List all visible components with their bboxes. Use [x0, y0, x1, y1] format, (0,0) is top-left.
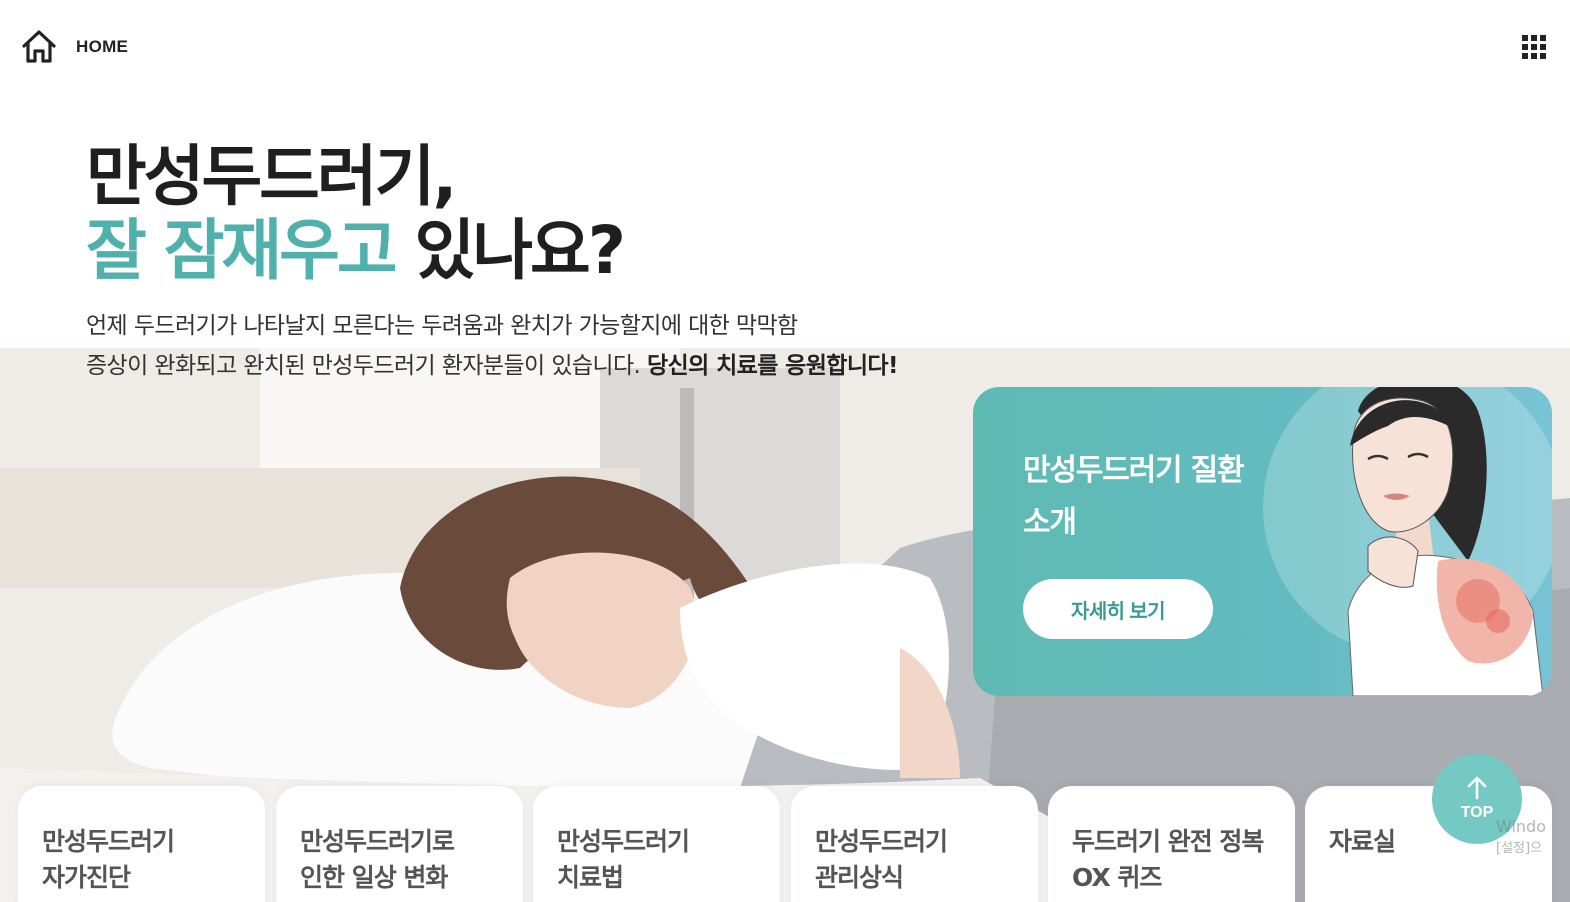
nav-card-management[interactable]: 만성두드러기 관리상식	[791, 786, 1038, 902]
headline-rest: 있나요?	[394, 212, 626, 289]
intro-card-title: 만성두드러기 질환 소개	[1023, 453, 1245, 540]
home-link[interactable]: HOME	[20, 28, 128, 66]
nav-card-label: 만성두드러기 관리상식	[815, 827, 948, 892]
woman-illustration	[1347, 387, 1544, 696]
os-activation-watermark: Windo [설정]으	[1496, 816, 1546, 860]
nav-card-label: 만성두드러기 치료법	[557, 827, 690, 892]
disease-intro-card[interactable]: 만성두드러기 질환 소개 자세히 보기	[973, 387, 1552, 696]
nav-card-label: 만성두드러기로 인한 일상 변화	[300, 827, 455, 892]
watermark-line2: [설정]으	[1496, 841, 1543, 856]
home-label: HOME	[76, 37, 129, 56]
hero-subtext: 언제 두드러기가 나타날지 모른다는 두려움과 완치가 가능할지에 대한 막막함…	[86, 306, 898, 386]
view-details-button[interactable]: 자세히 보기	[1023, 579, 1213, 639]
top-bar: HOME	[0, 0, 1570, 96]
nav-card-label: 두드러기 완전 정복 OX 퀴즈	[1072, 827, 1264, 892]
subtext-line2-normal: 증상이 완화되고 완치된 만성두드러기 환자분들이 있습니다.	[86, 353, 647, 379]
nav-card-self-diagnosis[interactable]: 만성두드러기 자가진단	[18, 786, 265, 902]
nav-card-label: 만성두드러기 자가진단	[42, 827, 175, 892]
subtext-line2: 증상이 완화되고 완치된 만성두드러기 환자분들이 있습니다. 당신의 치료를 …	[86, 346, 898, 386]
nav-card-ox-quiz[interactable]: 두드러기 완전 정복 OX 퀴즈	[1048, 786, 1295, 902]
home-icon	[22, 30, 56, 63]
headline-line2: 잘 잠재우고 있나요?	[86, 212, 626, 289]
headline-accent: 잘 잠재우고	[86, 212, 398, 289]
arrow-up-icon	[1467, 776, 1487, 800]
nav-card-label: 자료실	[1329, 827, 1396, 856]
top-button-label: TOP	[1460, 804, 1494, 821]
watermark-line1: Windo	[1496, 817, 1546, 836]
nav-card-daily-changes[interactable]: 만성두드러기로 인한 일상 변화	[276, 786, 523, 902]
subtext-bold: 당신의 치료를 응원합니다!	[646, 353, 898, 379]
hero-headline: 만성두드러기, 잘 잠재우고 있나요?	[86, 138, 626, 289]
nav-card-treatment[interactable]: 만성두드러기 치료법	[533, 786, 780, 902]
subtext-line1: 언제 두드러기가 나타날지 모른다는 두려움과 완치가 가능할지에 대한 막막함	[86, 313, 798, 339]
headline-line1: 만성두드러기,	[86, 138, 457, 215]
grid-menu-icon[interactable]	[1522, 35, 1548, 61]
